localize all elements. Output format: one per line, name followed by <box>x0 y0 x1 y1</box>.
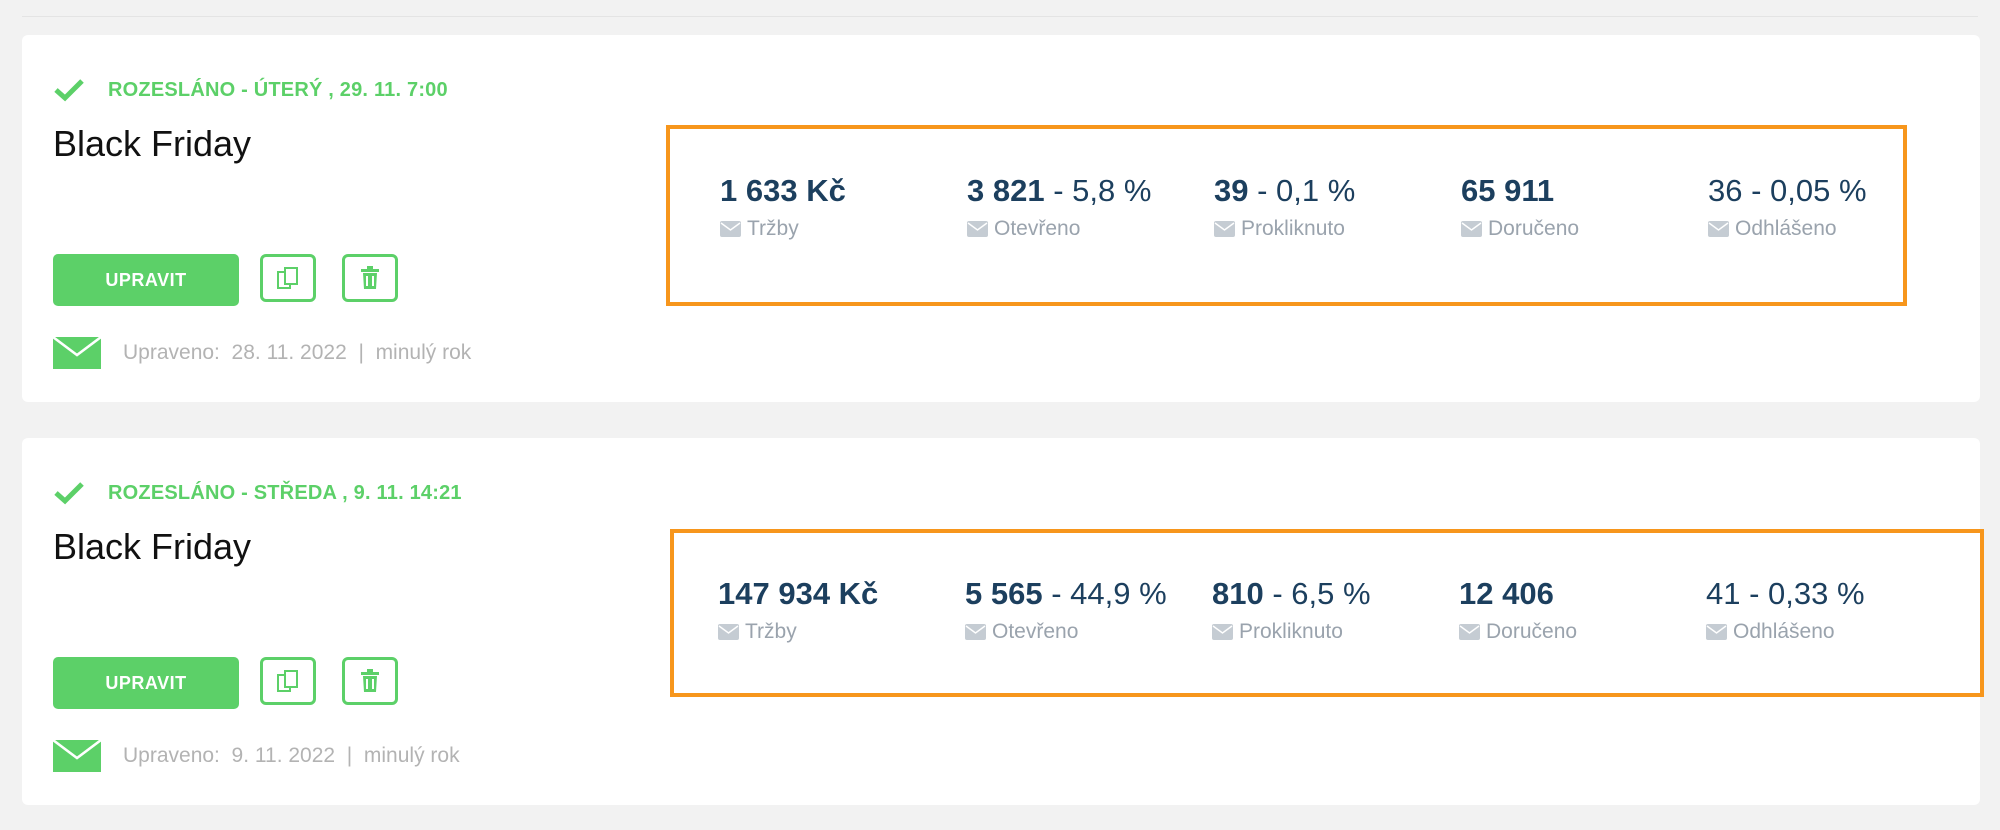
stat-unsubscribed: 36 - 0,05 % Odhlášeno <box>1708 173 1867 241</box>
copy-button[interactable] <box>260 657 316 705</box>
envelope-icon <box>53 337 101 369</box>
modified-row: Upraveno: 28. 11. 2022 | minulý rok <box>53 337 471 369</box>
trash-icon <box>361 669 379 692</box>
edit-button[interactable]: UPRAVIT <box>53 254 239 306</box>
campaign-title: Black Friday <box>53 526 252 567</box>
stat-label: Otevřeno <box>992 620 1079 643</box>
checkmark-icon <box>54 79 84 102</box>
stat-suffix: - 5,8 % <box>1044 173 1152 208</box>
status-text: ROZESLÁNO - STŘEDA , 9. 11. 14:21 <box>108 481 462 504</box>
copy-icon <box>277 670 298 692</box>
stat-value: 810 <box>1212 576 1264 611</box>
envelope-icon <box>1708 221 1729 237</box>
checkmark-icon <box>54 482 84 505</box>
envelope-icon <box>720 221 741 237</box>
envelope-icon <box>1706 624 1727 640</box>
envelope-icon <box>1214 221 1235 237</box>
stat-suffix: 36 - 0,05 % <box>1708 173 1867 208</box>
stat-delivered: 65 911 Doručeno <box>1461 173 1579 241</box>
stat-clicked: 39 - 0,1 % Prokliknuto <box>1214 173 1355 241</box>
envelope-icon <box>53 740 101 772</box>
stat-label: Prokliknuto <box>1241 217 1345 240</box>
stat-value: 5 565 <box>965 576 1043 611</box>
stat-suffix: - 44,9 % <box>1042 576 1167 611</box>
stat-value: 3 821 <box>967 173 1045 208</box>
stat-label: Otevřeno <box>994 217 1081 240</box>
stat-value: 12 406 <box>1459 576 1554 611</box>
status-text: ROZESLÁNO - ÚTERÝ , 29. 11. 7:00 <box>108 78 448 101</box>
stat-label: Doručeno <box>1486 620 1578 643</box>
campaign-title: Black Friday <box>53 123 252 164</box>
stat-suffix: 41 - 0,33 % <box>1706 576 1865 611</box>
edit-button[interactable]: UPRAVIT <box>53 657 239 709</box>
modified-text: Upraveno: 28. 11. 2022 | minulý rok <box>123 341 472 364</box>
stat-label: Doručeno <box>1488 217 1580 240</box>
delete-button[interactable] <box>342 657 398 705</box>
stat-label: Odhlášeno <box>1735 217 1837 240</box>
stat-value: 39 <box>1214 173 1249 208</box>
envelope-icon <box>718 624 739 640</box>
stats-panel: 1 633 Kč Tržby 3 821 - 5,8 % Otevřeno 39… <box>666 125 1907 306</box>
stat-label: Prokliknuto <box>1239 620 1343 643</box>
copy-icon <box>277 267 298 289</box>
stat-opened: 3 821 - 5,8 % Otevřeno <box>967 173 1151 241</box>
stat-delivered: 12 406 Doručeno <box>1459 576 1577 644</box>
stat-opened: 5 565 - 44,9 % Otevřeno <box>965 576 1167 644</box>
stat-value: 65 911 <box>1461 173 1555 208</box>
top-divider <box>22 16 1978 17</box>
status-row: ROZESLÁNO - ÚTERÝ , 29. 11. 7:00 <box>54 75 448 105</box>
modified-text: Upraveno: 9. 11. 2022 | minulý rok <box>123 744 460 767</box>
campaign-card: ROZESLÁNO - ÚTERÝ , 29. 11. 7:00 Black F… <box>22 35 1980 402</box>
envelope-icon <box>965 624 986 640</box>
stat-revenue: 147 934 Kč Tržby <box>718 576 878 644</box>
stat-value: 1 633 Kč <box>720 173 846 208</box>
stat-suffix: - 0,1 % <box>1248 173 1356 208</box>
stat-clicked: 810 - 6,5 % Prokliknuto <box>1212 576 1371 644</box>
stat-revenue: 1 633 Kč Tržby <box>720 173 846 241</box>
stats-panel: 147 934 Kč Tržby 5 565 - 44,9 % Otevřeno… <box>670 529 1984 697</box>
copy-button[interactable] <box>260 254 316 302</box>
envelope-icon <box>1212 624 1233 640</box>
stat-value: 147 934 Kč <box>718 576 879 611</box>
stat-label: Tržby <box>745 620 797 643</box>
modified-row: Upraveno: 9. 11. 2022 | minulý rok <box>53 740 460 772</box>
stat-suffix: - 6,5 % <box>1263 576 1371 611</box>
stat-label: Tržby <box>747 217 799 240</box>
envelope-icon <box>1461 221 1482 237</box>
envelope-icon <box>967 221 988 237</box>
campaign-card: ROZESLÁNO - STŘEDA , 9. 11. 14:21 Black … <box>22 438 1984 805</box>
trash-icon <box>361 266 379 289</box>
status-row: ROZESLÁNO - STŘEDA , 9. 11. 14:21 <box>54 478 462 508</box>
envelope-icon <box>1459 624 1480 640</box>
stat-label: Odhlášeno <box>1733 620 1835 643</box>
stat-unsubscribed: 41 - 0,33 % Odhlášeno <box>1706 576 1865 644</box>
delete-button[interactable] <box>342 254 398 302</box>
